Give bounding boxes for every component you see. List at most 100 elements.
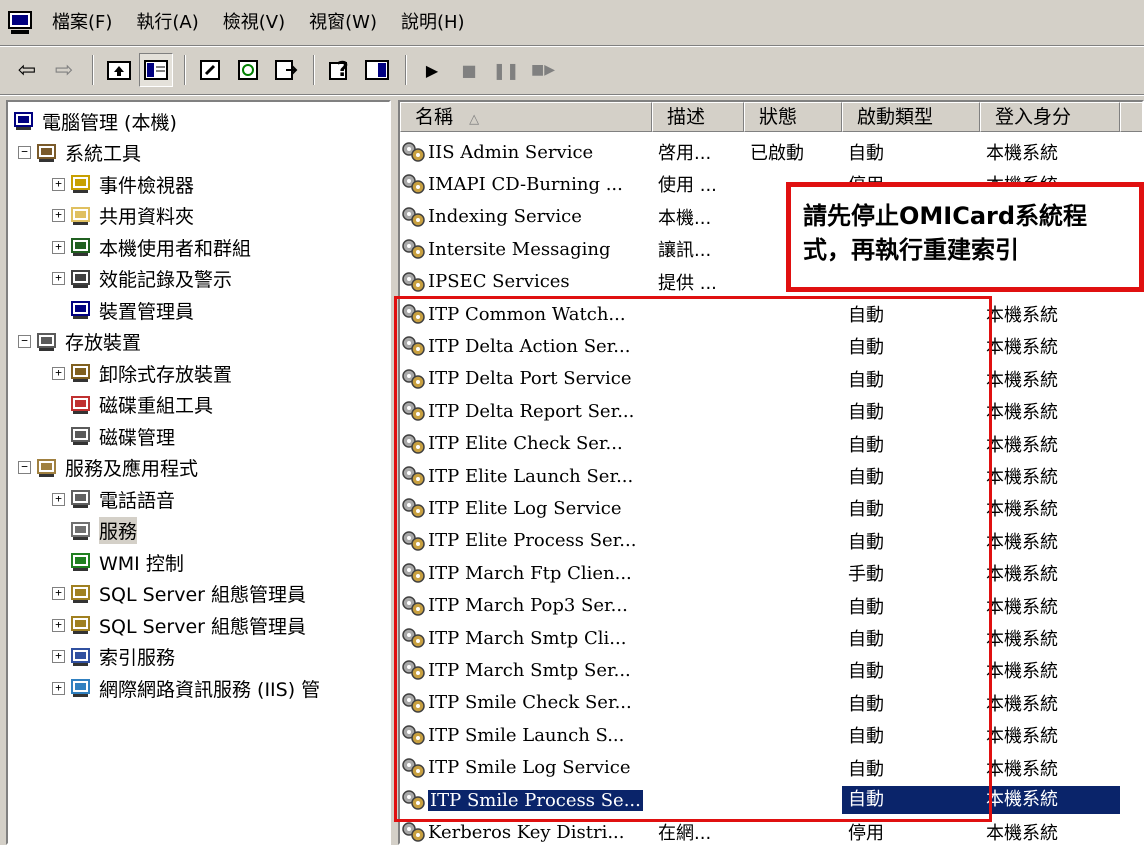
- service-gear-icon: [400, 270, 428, 294]
- show-hide-tree-icon[interactable]: [139, 53, 173, 87]
- mmc-app-icon[interactable]: [6, 9, 34, 37]
- collapse-icon[interactable]: −: [18, 461, 31, 474]
- column-name-label: 名稱: [415, 106, 454, 128]
- tree-item[interactable]: + SQL Server 組態管理員: [52, 610, 306, 640]
- tree-item-label: 磁碟重組工具: [99, 395, 214, 417]
- toolbar: ⇦ ⇨ ? ▶ ■ ❚❚ ■▶: [0, 48, 1144, 92]
- tree-item[interactable]: − 服務及應用程式: [18, 453, 198, 483]
- tree-item-label: WMI 控制: [99, 552, 184, 575]
- list-header: 名稱 △ 描述 狀態 啟動類型 登入身分: [400, 102, 1142, 132]
- collapse-icon[interactable]: −: [18, 335, 31, 348]
- pause-service-icon[interactable]: ❚❚: [489, 53, 523, 87]
- export-list-icon[interactable]: [268, 53, 302, 87]
- properties-icon[interactable]: [194, 53, 228, 87]
- expand-icon[interactable]: +: [52, 209, 65, 222]
- tree-item[interactable]: + SQL Server 組態管理員: [52, 579, 306, 609]
- column-header-description[interactable]: 描述: [652, 102, 744, 132]
- tree-item[interactable]: WMI 控制: [52, 547, 184, 577]
- menu-help[interactable]: 說明(H): [389, 0, 477, 45]
- expand-icon[interactable]: +: [52, 681, 65, 695]
- users-icon: [69, 235, 93, 259]
- menu-window[interactable]: 視窗(W): [297, 0, 389, 45]
- sort-ascending-icon: △: [469, 112, 480, 127]
- tree-item[interactable]: + 索引服務: [52, 642, 175, 672]
- refresh-icon[interactable]: [231, 53, 265, 87]
- expand-icon[interactable]: +: [52, 177, 65, 191]
- column-header-name[interactable]: 名稱 △: [400, 102, 652, 132]
- tree-item-label: 效能記錄及警示: [99, 269, 233, 291]
- service-description: 啓用...: [658, 143, 712, 164]
- tree-item[interactable]: 磁碟管理: [52, 421, 175, 451]
- service-log-on-as: 本機系統: [986, 143, 1058, 164]
- tree-item-label: 電話語音: [99, 489, 176, 512]
- stop-service-icon[interactable]: ■: [452, 53, 486, 87]
- tree-item[interactable]: 服務: [52, 516, 138, 546]
- service-log-on-as: 本機系統: [986, 629, 1058, 650]
- tree-item[interactable]: 裝置管理員: [52, 295, 194, 325]
- service-gear-icon: [400, 237, 428, 261]
- service-name-cell: Kerberos Key Distri...: [400, 820, 652, 843]
- help-icon[interactable]: ?: [323, 53, 357, 87]
- service-log-on-as: 本機系統: [986, 305, 1058, 326]
- expand-icon[interactable]: +: [52, 272, 65, 285]
- service-description: 在網...: [658, 823, 712, 845]
- tree-item-label: 磁碟管理: [99, 426, 176, 449]
- service-name: Kerberos Key Distri...: [428, 821, 625, 843]
- tree-item[interactable]: + 網際網路資訊服務 (IIS) 管: [52, 673, 320, 703]
- toolbar-separator: [313, 55, 315, 85]
- tree-item[interactable]: + 事件檢視器: [52, 169, 194, 199]
- device-manager-icon: [69, 298, 93, 322]
- column-header-extra[interactable]: [1120, 102, 1142, 132]
- tree-item[interactable]: + 電話語音: [52, 484, 175, 514]
- console-tree: 電腦管理 (本機) − 系統工具 + 事件檢視器 + 共用資料夾 + 本機使用者和群組 + 效能記錄…: [6, 100, 391, 845]
- restart-service-icon[interactable]: ■▶: [526, 53, 560, 87]
- column-header-log-on-as[interactable]: 登入身分: [980, 102, 1120, 132]
- expand-icon[interactable]: +: [52, 650, 65, 663]
- toolbar-separator: [184, 55, 186, 85]
- collapse-icon[interactable]: −: [18, 146, 31, 159]
- action-pane-icon[interactable]: [360, 53, 394, 87]
- menu-action[interactable]: 執行(A): [124, 0, 210, 45]
- column-header-status[interactable]: 狀態: [744, 102, 842, 132]
- tree-item[interactable]: 電腦管理 (本機): [12, 106, 177, 136]
- expand-icon[interactable]: +: [52, 618, 65, 632]
- telephony-icon: [69, 487, 93, 511]
- back-icon[interactable]: ⇦: [10, 53, 44, 87]
- service-startup-type: 自動: [848, 143, 884, 164]
- up-one-level-icon[interactable]: [102, 53, 136, 87]
- service-gear-icon: [400, 205, 428, 229]
- tree-item-label: 事件檢視器: [99, 174, 195, 197]
- expand-icon[interactable]: +: [52, 587, 65, 600]
- tree-item[interactable]: + 本機使用者和群組: [52, 232, 251, 262]
- menu-file[interactable]: 檔案(F): [40, 0, 124, 45]
- iis-icon: [69, 676, 93, 700]
- service-log-on-as: 本機系統: [986, 337, 1058, 359]
- column-header-startup-type[interactable]: 啟動類型: [842, 102, 980, 132]
- tree-item[interactable]: 磁碟重組工具: [52, 390, 213, 420]
- table-row[interactable]: IIS Admin Service 啓用... 已啟動 自動 本機系統: [400, 136, 1142, 168]
- services-gear-icon: [69, 519, 93, 543]
- menu-view[interactable]: 檢視(V): [211, 0, 297, 45]
- expand-icon[interactable]: +: [52, 240, 65, 254]
- service-name-cell: Indexing Service: [400, 205, 652, 229]
- expand-icon[interactable]: +: [52, 492, 65, 506]
- start-service-icon[interactable]: ▶: [415, 53, 449, 87]
- service-gear-icon: [400, 140, 428, 164]
- services-apps-icon: [35, 456, 59, 480]
- itp-services-highlight: [394, 296, 992, 822]
- service-name-cell: IIS Admin Service: [400, 140, 652, 164]
- tree-item[interactable]: + 共用資料夾: [52, 201, 194, 231]
- sql-server-icon: [69, 613, 93, 637]
- service-name: Intersite Messaging: [428, 238, 611, 260]
- forward-icon[interactable]: ⇨: [47, 53, 81, 87]
- tree-item[interactable]: − 存放裝置: [18, 327, 141, 357]
- service-name: IIS Admin Service: [428, 141, 594, 163]
- tree-item[interactable]: − 系統工具: [18, 138, 141, 168]
- service-log-on-as: 本機系統: [980, 786, 1120, 814]
- tree-item[interactable]: + 效能記錄及警示: [52, 264, 232, 294]
- expand-icon[interactable]: +: [52, 366, 65, 380]
- service-description: 本機...: [658, 207, 712, 229]
- service-log-on-as: 本機系統: [986, 661, 1058, 683]
- service-name: Indexing Service: [428, 206, 582, 228]
- tree-item[interactable]: + 卸除式存放裝置: [52, 358, 232, 388]
